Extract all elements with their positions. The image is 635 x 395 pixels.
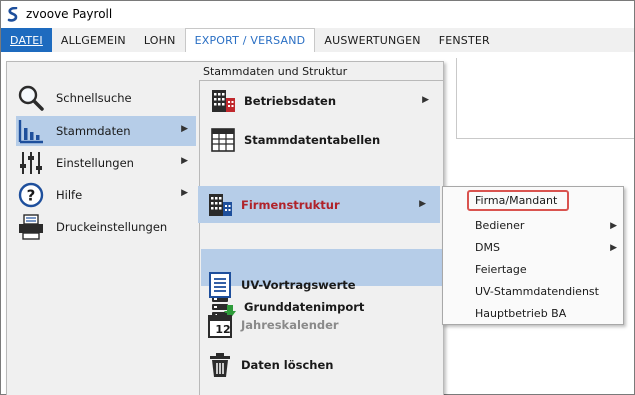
file-menu-dropdown: Schnellsuche Stammdaten ▶ Einstellungen … — [6, 61, 444, 395]
printer-icon — [16, 212, 46, 242]
menu-item-label: UV-Vortragswerte — [241, 277, 356, 292]
menu-lohn[interactable]: LOHN — [135, 28, 185, 52]
submenu-arrow-icon: ▶ — [181, 156, 188, 166]
divider — [456, 58, 457, 138]
svg-text:?: ? — [27, 187, 36, 205]
magnifier-icon — [16, 83, 46, 113]
menu-item-daten-loeschen[interactable]: Daten löschen — [198, 346, 440, 383]
menu-datei[interactable]: DATEI — [1, 28, 52, 52]
menu-item-firmenstruktur[interactable]: Firmenstruktur ▶ — [198, 186, 440, 223]
menu-fenster[interactable]: FENSTER — [430, 28, 499, 52]
menu-item-jahreskalender[interactable]: 12 Jahreskalender — [198, 306, 440, 343]
stammdaten-section-header: Stammdaten und Struktur — [199, 62, 443, 81]
divider — [456, 138, 634, 139]
file-menu-left-column: Schnellsuche Stammdaten ▶ Einstellungen … — [7, 62, 197, 395]
menu-item-label: Daten löschen — [241, 357, 334, 372]
menu-item-label: Bediener — [475, 219, 525, 232]
zvoove-logo-icon — [6, 6, 20, 22]
submenu-arrow-icon: ▶ — [419, 199, 426, 209]
trash-icon — [202, 346, 238, 383]
menu-item-label: Einstellungen — [56, 156, 134, 170]
menu-item-label: Druckeinstellungen — [56, 220, 168, 234]
menu-bar: DATEI ALLGEMEIN LOHN EXPORT / VERSAND AU… — [1, 28, 634, 52]
document-lines-icon — [202, 266, 238, 303]
menu-item-druckeinstellungen[interactable]: Druckeinstellungen — [16, 212, 196, 242]
table-icon — [205, 121, 241, 158]
sliders-icon — [16, 148, 46, 178]
menu-item-uv-vortragswerte[interactable]: UV-Vortragswerte — [198, 266, 440, 303]
submenu-arrow-icon: ▶ — [610, 243, 617, 253]
bar-chart-icon — [16, 116, 46, 146]
menu-allgemein[interactable]: ALLGEMEIN — [52, 28, 135, 52]
menu-item-label: Hilfe — [56, 188, 83, 202]
menu-item-label: Stammdaten — [56, 124, 131, 138]
menu-item-label: Schnellsuche — [56, 91, 132, 105]
menu-item-label: DMS — [475, 241, 500, 254]
menu-item-label: Firmenstruktur — [241, 197, 340, 212]
submenu-arrow-icon: ▶ — [181, 124, 188, 134]
submenu-arrow-icon: ▶ — [610, 221, 617, 231]
menu-item-einstellungen[interactable]: Einstellungen ▶ — [16, 148, 196, 178]
menu-item-label: Jahreskalender — [241, 317, 339, 332]
menu-auswertungen[interactable]: AUSWERTUNGEN — [315, 28, 429, 52]
menu-item-label: Betriebsdaten — [244, 93, 337, 108]
submenu-arrow-icon: ▶ — [422, 95, 429, 105]
menu-item-betriebsdaten[interactable]: Betriebsdaten ▶ — [201, 82, 443, 119]
menu-item-feiertage[interactable]: Feiertage — [443, 259, 623, 280]
menu-item-schnellsuche[interactable]: Schnellsuche — [16, 83, 196, 113]
window-title: zvoove Payroll — [26, 7, 113, 21]
title-bar: zvoove Payroll — [1, 1, 634, 27]
menu-item-hilfe[interactable]: ? Hilfe ▶ — [16, 180, 196, 210]
menu-item-label: Stammdatentabellen — [244, 132, 381, 147]
menu-item-hauptbetrieb-ba[interactable]: Hauptbetrieb BA — [443, 303, 623, 324]
help-icon: ? — [16, 180, 46, 210]
menu-item-stammdatentabellen[interactable]: Stammdatentabellen — [201, 121, 443, 158]
firmenstruktur-submenu: Firma/Mandant Bediener ▶ DMS ▶ Feiertage… — [442, 186, 624, 325]
menu-item-bediener[interactable]: Bediener ▶ — [443, 215, 623, 236]
submenu-arrow-icon: ▶ — [181, 188, 188, 198]
menu-export-versand[interactable]: EXPORT / VERSAND — [184, 28, 316, 52]
menu-item-firma-mandant[interactable]: Firma/Mandant — [467, 190, 569, 211]
building-structure-icon — [202, 186, 238, 223]
menu-item-dms[interactable]: DMS ▶ — [443, 237, 623, 258]
menu-item-uv-stammdatendienst[interactable]: UV-Stammdatendienst — [443, 281, 623, 302]
menu-item-stammdaten[interactable]: Stammdaten ▶ — [16, 116, 196, 146]
calendar-day: 12 — [215, 323, 231, 336]
building-red-icon — [205, 82, 241, 119]
